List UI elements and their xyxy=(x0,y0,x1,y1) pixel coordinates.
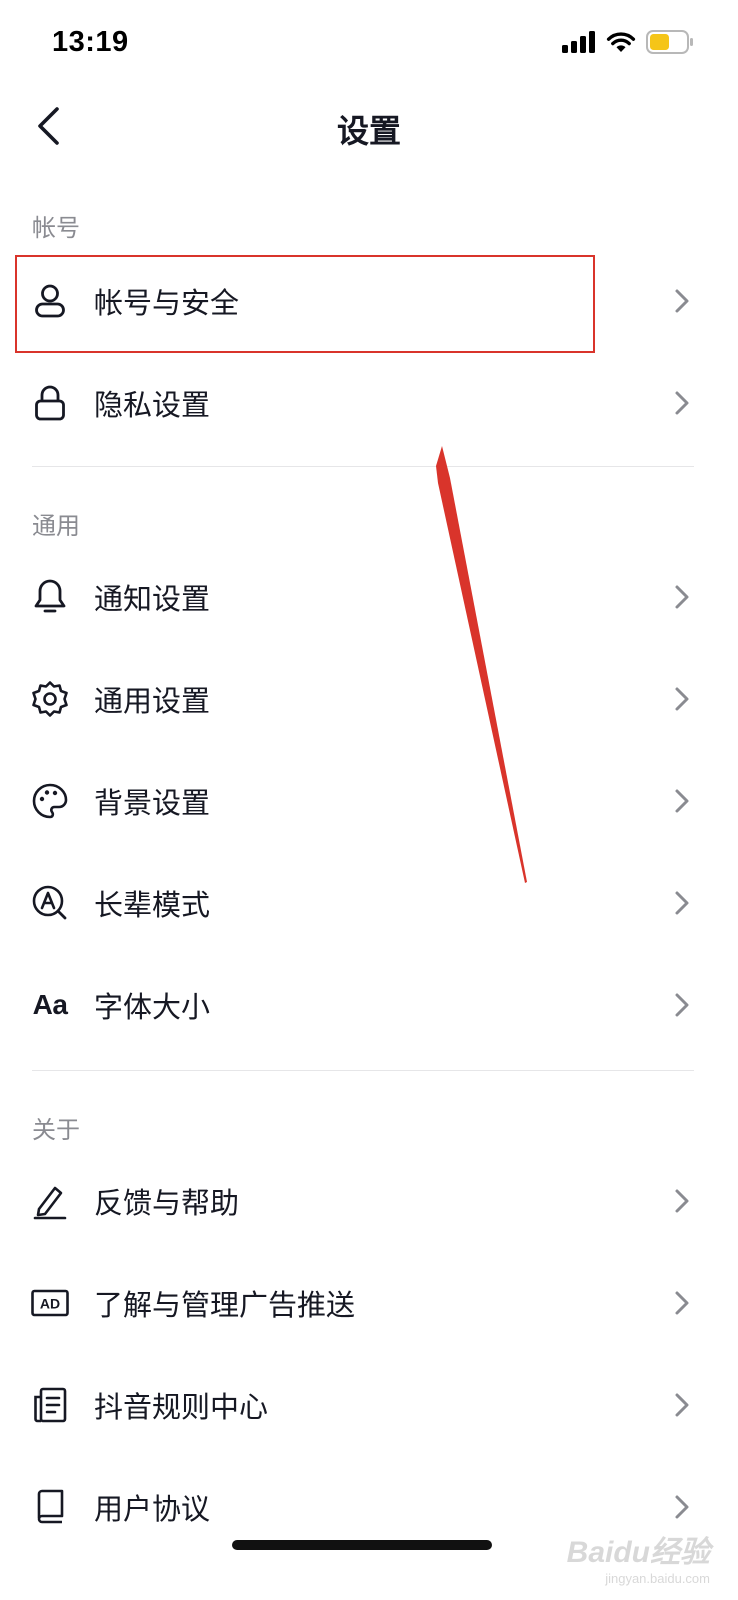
chevron-right-icon xyxy=(672,1391,692,1419)
settings-screen: 13:19 设置 帐号 帐号与安全 隐私设置 通用 通知设置 通用设置 背景设置… xyxy=(0,0,738,1600)
settings-item-rules-center[interactable]: 抖音规则中心 xyxy=(0,1354,738,1456)
chevron-right-icon xyxy=(672,1187,692,1215)
settings-item-ad-management[interactable]: AD 了解与管理广告推送 xyxy=(0,1252,738,1354)
battery-icon xyxy=(646,30,694,54)
pencil-icon xyxy=(30,1181,70,1221)
chevron-right-icon xyxy=(672,1493,692,1521)
settings-item-label: 反馈与帮助 xyxy=(94,1186,240,1220)
bell-icon xyxy=(30,577,70,617)
section-header-about: 关于 xyxy=(32,1116,80,1144)
gear-icon xyxy=(30,679,70,719)
watermark-url: jingyan.baidu.com xyxy=(605,1571,710,1586)
wifi-icon xyxy=(606,31,636,53)
settings-item-label: 了解与管理广告推送 xyxy=(94,1288,356,1322)
settings-item-label: 抖音规则中心 xyxy=(94,1390,269,1424)
settings-item-label: 通知设置 xyxy=(94,582,211,616)
chevron-right-icon xyxy=(672,787,692,815)
palette-icon xyxy=(30,781,70,821)
settings-item-label: 字体大小 xyxy=(94,990,211,1024)
settings-item-background[interactable]: 背景设置 xyxy=(0,750,738,852)
book-icon xyxy=(30,1487,70,1527)
status-time: 13:19 xyxy=(52,26,129,58)
settings-item-feedback[interactable]: 反馈与帮助 xyxy=(0,1150,738,1252)
section-header-general: 通用 xyxy=(32,512,80,540)
settings-item-label: 通用设置 xyxy=(94,684,211,718)
chevron-right-icon xyxy=(672,1289,692,1317)
settings-item-general[interactable]: 通用设置 xyxy=(0,648,738,750)
ad-icon: AD xyxy=(30,1283,70,1323)
nav-bar: 设置 xyxy=(0,92,738,172)
settings-item-font-size[interactable]: Aa 字体大小 xyxy=(0,954,738,1056)
chevron-right-icon xyxy=(672,583,692,611)
status-bar: 13:19 xyxy=(0,0,738,92)
page-title: 设置 xyxy=(336,112,401,150)
home-indicator xyxy=(232,1540,492,1550)
status-icons xyxy=(562,30,694,54)
section-header-account: 帐号 xyxy=(32,214,80,242)
font-size-icon: Aa xyxy=(32,989,68,1020)
settings-item-label: 背景设置 xyxy=(94,786,211,820)
settings-item-label: 帐号与安全 xyxy=(94,286,240,320)
ad-icon-text: AD xyxy=(40,1296,60,1312)
lock-icon xyxy=(30,383,70,423)
settings-item-label: 隐私设置 xyxy=(94,388,211,422)
settings-item-privacy[interactable]: 隐私设置 xyxy=(0,352,738,454)
settings-item-account-security[interactable]: 帐号与安全 xyxy=(0,250,738,352)
settings-item-label: 长辈模式 xyxy=(94,888,211,922)
chevron-right-icon xyxy=(672,389,692,417)
user-icon xyxy=(30,281,70,321)
settings-item-elder-mode[interactable]: 长辈模式 xyxy=(0,852,738,954)
section-divider xyxy=(32,1070,694,1071)
signal-icon xyxy=(562,31,596,53)
chevron-right-icon xyxy=(672,685,692,713)
elder-mode-icon xyxy=(30,883,70,923)
chevron-right-icon xyxy=(672,287,692,315)
settings-item-label: 用户协议 xyxy=(94,1492,211,1526)
document-icon xyxy=(30,1385,70,1425)
section-divider xyxy=(32,466,694,467)
settings-item-notifications[interactable]: 通知设置 xyxy=(0,546,738,648)
chevron-right-icon xyxy=(672,991,692,1019)
chevron-right-icon xyxy=(672,889,692,917)
